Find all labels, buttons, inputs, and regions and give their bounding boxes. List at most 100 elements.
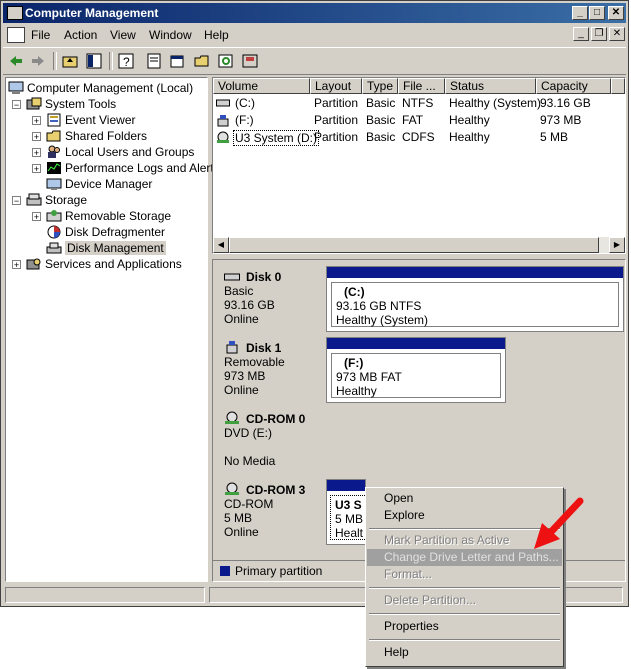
menu-action[interactable]: Action [64,28,97,42]
table-row[interactable]: (F:) Partition Basic FAT Healthy 973 MB [213,112,613,129]
disk-row[interactable]: Disk 1 Removable 973 MB Online (F:) 973 … [213,337,625,403]
partition-u3-system[interactable]: U3 S 5 MB Healt [326,479,366,545]
expand-performance-logs[interactable]: + [32,164,41,174]
table-row[interactable]: U3 System (D:) Partition Basic CDFS Heal… [213,129,613,146]
menu-help[interactable]: Help [204,28,229,42]
mdi-close-button[interactable]: ✕ [609,27,625,41]
tree-item-removable-storage[interactable]: Removable Storage [46,208,171,224]
column-header-file-system[interactable]: File ... [398,78,445,94]
tree-item-system-tools[interactable]: System Tools [26,96,116,112]
cell-file-system: CDFS [402,130,435,144]
scroll-right-button[interactable]: ▶ [609,237,625,253]
column-header-layout[interactable]: Layout [310,78,362,94]
scroll-thumb[interactable] [229,237,599,253]
tree-item-performance-logs[interactable]: Performance Logs and Alerts [46,160,220,176]
console-tree-pane: Computer Management (Local) − System Too… [5,77,220,582]
partition-title: (C:) [344,285,365,299]
collapse-system-tools[interactable]: − [12,100,21,110]
refresh-icon[interactable] [217,52,235,70]
expand-event-viewer[interactable]: + [32,116,41,126]
performance-icon [47,161,61,174]
mdi-app-icon[interactable] [7,27,25,43]
expand-services-and-applications[interactable]: + [12,260,21,270]
expand-removable-storage[interactable]: + [32,212,41,222]
new-window-icon[interactable] [169,52,187,70]
close-button[interactable]: ✕ [608,6,624,20]
disk-size: 973 MB [224,369,266,383]
tree-label: Storage [45,192,88,207]
disk-info[interactable]: CD-ROM 0 DVD (E:) No Media [216,408,326,474]
back-icon[interactable] [7,52,25,70]
table-row[interactable]: (C:) Partition Basic NTFS Healthy (Syste… [213,95,613,112]
disk-info[interactable]: CD-ROM 3 CD-ROM 5 MB Online [216,479,326,545]
maximize-button[interactable]: □ [589,6,605,20]
partition-f[interactable]: (F:) 973 MB FAT Healthy [326,337,506,403]
title-bar[interactable]: Computer Management _ □ ✕ [3,3,626,23]
partition-c[interactable]: (C:) 93.16 GB NTFS Healthy (System) [326,266,624,332]
tree-item-disk-defragmenter[interactable]: Disk Defragmenter [46,224,165,240]
disk-row[interactable]: CD-ROM 0 DVD (E:) No Media [213,408,625,474]
menu-item-properties[interactable]: Properties [367,618,562,635]
partition-size: 93.16 GB NTFS [336,299,422,313]
expand-shared-folders[interactable]: + [32,132,41,142]
tree-item-disk-management[interactable]: Disk Management [46,240,166,256]
column-header-capacity[interactable]: Capacity [536,78,611,94]
partition-size: 973 MB FAT [336,370,402,384]
menu-file[interactable]: File [31,28,50,42]
collapse-storage[interactable]: − [12,196,21,206]
column-header-filler [611,78,625,94]
disk-info[interactable]: Disk 0 Basic 93.16 GB Online [216,266,326,332]
expand-local-users[interactable]: + [32,148,41,158]
tree-label: Services and Applications [45,256,182,271]
tree-item-local-users-and-groups[interactable]: Local Users and Groups [46,144,194,160]
help-icon[interactable]: ? [117,52,135,70]
partition-status: Healthy [336,384,377,398]
column-header-status[interactable]: Status [445,78,536,94]
computer-management-icon [7,6,23,20]
disk-status: Online [224,383,259,397]
disk-size: 5 MB [224,511,253,525]
menu-item-delete-partition[interactable]: Delete Partition... [367,592,562,609]
mdi-minimize-button[interactable]: _ [573,27,589,41]
column-header-type[interactable]: Type [362,78,398,94]
disk-icon [224,273,240,281]
menu-item-format[interactable]: Format... [367,566,562,583]
disk-type: Removable [224,355,285,369]
disk-status: Online [224,312,259,326]
tree-item-event-viewer[interactable]: Event Viewer [46,112,135,128]
tree-item-shared-folders[interactable]: Shared Folders [46,128,147,144]
scroll-left-button[interactable]: ◀ [213,237,229,253]
disk-status: Online [224,525,259,539]
disk-row[interactable]: Disk 0 Basic 93.16 GB Online (C:) 93.16 … [213,266,625,332]
tree-item-storage[interactable]: Storage [26,192,87,208]
partition-title: (F:) [344,356,364,370]
show-hide-tree-icon[interactable] [85,52,103,70]
disk-status: No Media [224,454,276,468]
menu-view[interactable]: View [110,28,136,42]
tree-item-root[interactable]: Computer Management (Local) [8,80,193,96]
cell-layout: Partition [314,130,359,144]
disk-icon[interactable] [241,52,259,70]
menu-item-help[interactable]: Help [367,644,562,661]
tree-item-services-and-applications[interactable]: Services and Applications [26,256,182,272]
mdi-restore-button[interactable]: ❐ [591,27,607,41]
cell-volume: U3 System (D:) [233,130,320,146]
forward-icon[interactable] [29,52,47,70]
minimize-button[interactable]: _ [572,6,588,20]
up-level-icon[interactable] [61,52,79,70]
status-cell [5,587,205,603]
tree-label: Local Users and Groups [65,144,195,159]
properties-icon[interactable] [145,52,163,70]
tree-item-device-manager[interactable]: Device Manager [46,176,152,192]
menu-window[interactable]: Window [149,28,192,42]
partition-status: Healt [335,526,364,540]
disk-info[interactable]: Disk 1 Removable 973 MB Online [216,337,326,403]
tree-root-label: Computer Management (Local) [27,80,194,95]
partition-details: (C:) 93.16 GB NTFS Healthy (System) [331,282,619,327]
open-folder-icon[interactable] [193,52,211,70]
cell-layout: Partition [314,96,359,110]
cell-capacity: 973 MB [540,113,582,127]
column-header-volume[interactable]: Volume [213,78,310,94]
horizontal-scrollbar[interactable]: ◀ ▶ [213,237,625,253]
toolbar: ? [3,47,626,75]
